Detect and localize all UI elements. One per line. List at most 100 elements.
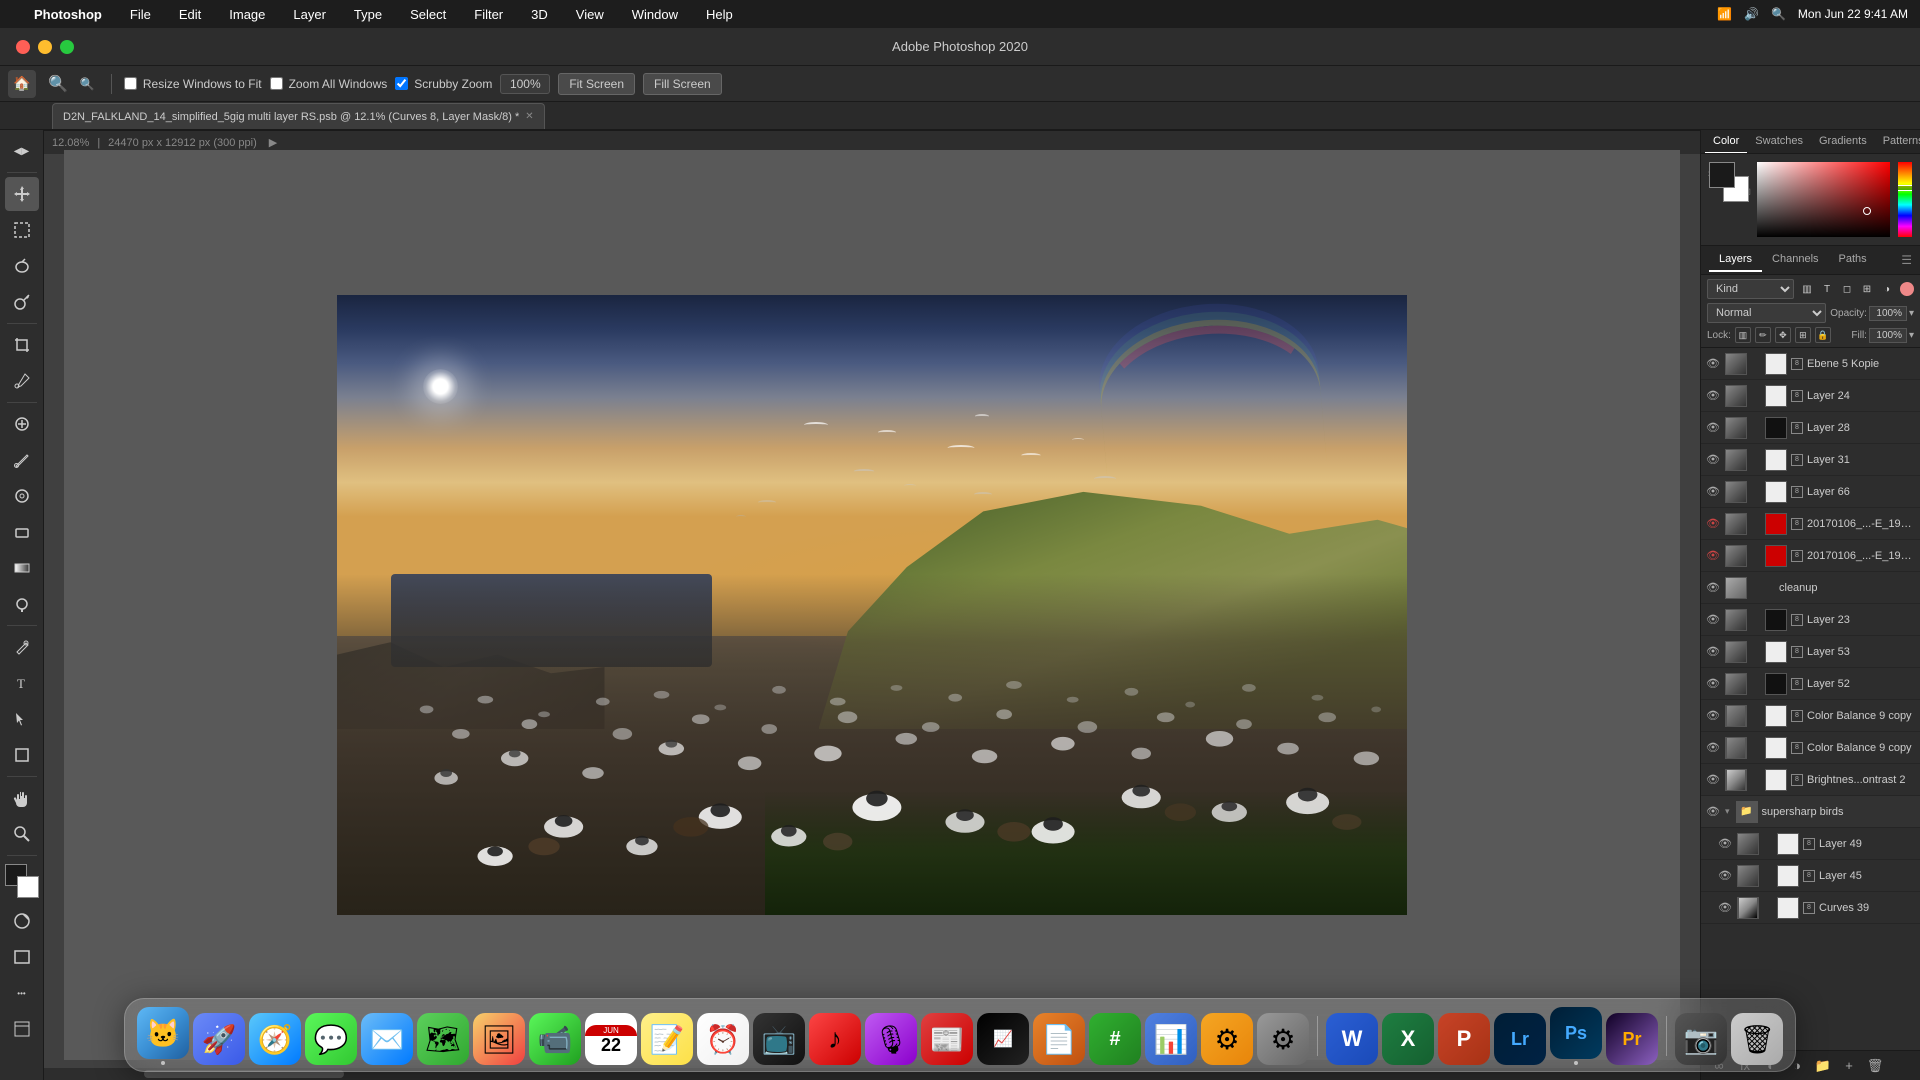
delete-layer-button[interactable]: 🗑 — [1865, 1056, 1885, 1076]
filter-type-select[interactable]: Kind Name Effect Mode Attribute Color — [1707, 279, 1794, 299]
search-icon[interactable]: 🔍 — [1771, 7, 1786, 21]
crop-tool[interactable] — [5, 328, 39, 362]
dock-systemprefs[interactable]: ⚙ — [1257, 1013, 1309, 1065]
more-tools-button[interactable]: ••• — [5, 976, 39, 1010]
move-tool[interactable] — [5, 177, 39, 211]
opacity-chevron[interactable]: ▾ — [1909, 308, 1914, 319]
dock-podcasts[interactable]: 🎙 — [865, 1013, 917, 1065]
fg-bg-swatches[interactable]: ↕ ◻ — [1709, 162, 1749, 202]
foreground-color-swatch[interactable] — [1709, 162, 1735, 188]
dock-launchpad[interactable]: 🚀 — [193, 1013, 245, 1065]
dock-music[interactable]: ♪ — [809, 1013, 861, 1065]
facetime-icon[interactable]: 📹 — [529, 1013, 581, 1065]
dock-reminders[interactable]: ⏰ — [697, 1013, 749, 1065]
layer-item[interactable]: 👁 8 Layer 52 — [1701, 668, 1920, 700]
layer-name[interactable]: Brightnes...ontrast 2 — [1807, 774, 1916, 786]
powerpoint-icon[interactable]: P — [1438, 1013, 1490, 1065]
layer-item[interactable]: 👁 8 Layer 45 — [1701, 860, 1920, 892]
view-menu[interactable]: View — [570, 5, 610, 24]
dock-news[interactable]: 📰 — [921, 1013, 973, 1065]
dock-instruments[interactable]: ⚙ — [1201, 1013, 1253, 1065]
layer-name[interactable]: 20170106_...-E_19506 1 — [1807, 550, 1916, 562]
status-arrow[interactable]: ▶ — [269, 136, 277, 149]
clone-stamp-tool[interactable] — [5, 479, 39, 513]
hue-slider[interactable] — [1898, 162, 1912, 237]
zoom-display[interactable] — [500, 74, 550, 94]
dock-mail[interactable]: ✉️ — [361, 1013, 413, 1065]
layer-visibility-toggle[interactable]: 👁 — [1705, 548, 1721, 564]
eyedropper-tool[interactable] — [5, 364, 39, 398]
layer-visibility-toggle[interactable]: 👁 — [1705, 484, 1721, 500]
paths-tab[interactable]: Paths — [1829, 248, 1877, 272]
layer-item[interactable]: 👁 8 Color Balance 9 copy — [1701, 732, 1920, 764]
premiere-icon[interactable]: Pr — [1606, 1013, 1658, 1065]
dock-lightroom[interactable]: Lr — [1494, 1013, 1546, 1065]
window-menu[interactable]: Window — [626, 5, 684, 24]
pages-icon[interactable]: 📄 — [1033, 1013, 1085, 1065]
layer-item[interactable]: 👁 8 Curves 39 — [1701, 892, 1920, 924]
lightroom-icon[interactable]: Lr — [1494, 1013, 1546, 1065]
fill-input[interactable] — [1869, 328, 1907, 343]
layer-name[interactable]: 20170106_...-E_19275 1 — [1807, 518, 1916, 530]
color-tab[interactable]: Color — [1705, 130, 1747, 153]
maps-icon[interactable]: 🗺 — [417, 1013, 469, 1065]
filter-pixel-button[interactable]: ▥ — [1798, 280, 1816, 298]
dock-numbers[interactable]: # — [1089, 1013, 1141, 1065]
layer-item[interactable]: 👁 8 Layer 24 — [1701, 380, 1920, 412]
filter-adjustment-button[interactable]: ◑ — [1878, 280, 1896, 298]
layer-name[interactable]: Ebene 5 Kopie — [1807, 358, 1916, 370]
dock-trash[interactable]: 🗑 — [1731, 1013, 1783, 1065]
layer-item[interactable]: 👁 8 Layer 23 — [1701, 604, 1920, 636]
dock-calendar[interactable]: JUN 22 — [585, 1013, 637, 1065]
launchpad-icon[interactable]: 🚀 — [193, 1013, 245, 1065]
maximize-button[interactable] — [60, 40, 74, 54]
layer-item[interactable]: 👁 cleanup — [1701, 572, 1920, 604]
file-menu[interactable]: File — [124, 5, 157, 24]
dock-notes[interactable]: 📝 — [641, 1013, 693, 1065]
edit-menu[interactable]: Edit — [173, 5, 207, 24]
filter-shape-button[interactable]: ◻ — [1838, 280, 1856, 298]
fill-screen-button[interactable]: Fill Screen — [643, 73, 722, 95]
dock-appletv[interactable]: 📺 — [753, 1013, 805, 1065]
reminders-icon[interactable]: ⏰ — [697, 1013, 749, 1065]
app-name[interactable]: Photoshop — [28, 5, 108, 24]
channels-tab[interactable]: Channels — [1762, 248, 1828, 272]
layer-visibility-toggle[interactable]: 👁 — [1705, 612, 1721, 628]
layer-visibility-toggle[interactable]: 👁 — [1705, 708, 1721, 724]
layer-name[interactable]: Layer 66 — [1807, 486, 1916, 498]
quick-select-tool[interactable] — [5, 285, 39, 319]
blend-mode-select[interactable]: Normal Multiply Screen Overlay Soft Ligh… — [1707, 303, 1826, 323]
zoom-out-button[interactable]: 🔍 — [76, 75, 99, 93]
panel-arrow-button[interactable]: ◀▶ — [5, 134, 39, 168]
dodge-burn-tool[interactable] — [5, 587, 39, 621]
layer-visibility-toggle[interactable]: 👁 — [1705, 516, 1721, 532]
home-button[interactable]: 🏠 — [8, 70, 36, 98]
layer-name[interactable]: Layer 45 — [1819, 870, 1916, 882]
background-swatch[interactable] — [17, 876, 39, 898]
lock-position-button[interactable]: ✥ — [1775, 327, 1791, 343]
artboard-tool[interactable] — [5, 1012, 39, 1046]
image-menu[interactable]: Image — [223, 5, 271, 24]
dock-word[interactable]: W — [1326, 1013, 1378, 1065]
layer-name[interactable]: Layer 31 — [1807, 454, 1916, 466]
shape-tool[interactable] — [5, 738, 39, 772]
close-button[interactable] — [16, 40, 30, 54]
patterns-tab[interactable]: Patterns — [1875, 130, 1920, 153]
filter-type-button[interactable]: T — [1818, 280, 1836, 298]
layer-item[interactable]: 👁 8 20170106_...-E_19506 1 — [1701, 540, 1920, 572]
finder-icon[interactable]: 🐱 — [137, 1007, 189, 1059]
layer-visibility-toggle[interactable]: 👁 — [1717, 836, 1733, 852]
layer-name[interactable]: Layer 23 — [1807, 614, 1916, 626]
layer-item[interactable]: 👁 8 Brightnes...ontrast 2 — [1701, 764, 1920, 796]
zoom-in-button[interactable]: 🔍 — [44, 72, 72, 96]
dock-pages[interactable]: 📄 — [1033, 1013, 1085, 1065]
layer-visibility-toggle[interactable]: 👁 — [1705, 388, 1721, 404]
dock-safari[interactable]: 🧭 — [249, 1013, 301, 1065]
layer-item[interactable]: 👁 8 Layer 31 — [1701, 444, 1920, 476]
brush-tool[interactable] — [5, 443, 39, 477]
canvas-area[interactable]: 12.08% | 24470 px x 12912 px (300 ppi) ▶ — [44, 130, 1700, 1080]
layer-name[interactable]: Layer 24 — [1807, 390, 1916, 402]
systemprefs-icon[interactable]: ⚙ — [1257, 1013, 1309, 1065]
dock-stocks[interactable]: 📈 — [977, 1013, 1029, 1065]
filter-menu[interactable]: Filter — [468, 5, 509, 24]
